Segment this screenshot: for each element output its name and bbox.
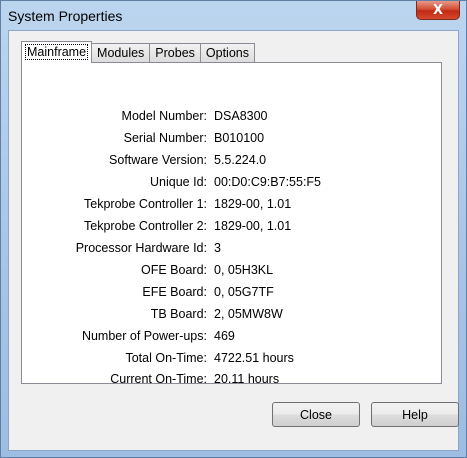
dialog-client-area: Mainframe Modules Probes Options Model N… [8,30,459,451]
tab-mainframe[interactable]: Mainframe [21,41,93,63]
property-label: OFE Board: [141,263,207,277]
system-properties-window: System Properties X Mainframe Modules Pr… [0,0,467,458]
property-label: Software Version: [109,153,207,167]
property-label: Number of Power-ups: [81,329,207,343]
tab-strip: Mainframe Modules Probes Options [21,41,255,63]
property-value: 5.5.224.0 [214,153,267,167]
property-value: 1829-00, 1.01 [214,197,292,211]
close-button[interactable]: Close [272,402,360,427]
property-row: Tekprobe Controller 2: 1829-00, 1.01 [22,219,441,239]
property-row: Model Number: DSA8300 [22,109,441,129]
close-icon[interactable]: X [416,1,460,20]
tab-modules[interactable]: Modules [91,43,151,62]
property-value: 0, 05H3KL [214,263,274,277]
tab-options[interactable]: Options [199,43,255,62]
property-label: Total On-Time: [125,351,207,365]
property-row: Total On-Time: 4722.51 hours [22,351,441,371]
property-row: OFE Board: 0, 05H3KL [22,263,441,283]
property-value: 0, 05G7TF [214,285,274,299]
property-row: TB Board: 2, 05MW8W [22,307,441,327]
property-row: EFE Board: 0, 05G7TF [22,285,441,305]
property-value: 469 [214,329,235,343]
mainframe-panel: Model Number: DSA8300 Serial Number: B01… [21,62,442,386]
property-label: Unique Id: [150,175,207,189]
property-value: 00:D0:C9:B7:55:F5 [214,175,322,189]
property-row: Unique Id: 00:D0:C9:B7:55:F5 [22,175,441,195]
property-row: Tekprobe Controller 1: 1829-00, 1.01 [22,197,441,217]
property-label: Tekprobe Controller 2: [84,219,207,233]
tab-mainframe-label: Mainframe [24,44,89,60]
property-value: 4722.51 hours [214,351,294,365]
property-label: Processor Hardware Id: [75,241,207,255]
property-label: Current On-Time: [110,372,207,386]
property-label: Tekprobe Controller 1: [84,197,207,211]
property-row: Current On-Time: 20.11 hours [22,372,441,392]
property-label: TB Board: [150,307,207,321]
tab-probes[interactable]: Probes [149,43,201,62]
property-value: DSA8300 [214,109,268,123]
title-bar[interactable]: System Properties X [1,1,466,29]
property-label: Serial Number: [123,131,207,145]
property-row: Number of Power-ups: 469 [22,329,441,349]
property-row: Processor Hardware Id: 3 [22,241,441,261]
window-title: System Properties [8,8,123,24]
help-button[interactable]: Help [371,402,459,427]
property-row: Serial Number: B010100 [22,131,441,151]
property-value: 3 [214,241,221,255]
property-label: Model Number: [121,109,207,123]
property-row: Software Version: 5.5.224.0 [22,153,441,173]
property-label: EFE Board: [142,285,207,299]
property-value: B010100 [214,131,265,145]
property-value: 2, 05MW8W [214,307,283,321]
property-value: 1829-00, 1.01 [214,219,292,233]
property-value: 20.11 hours [214,372,280,386]
